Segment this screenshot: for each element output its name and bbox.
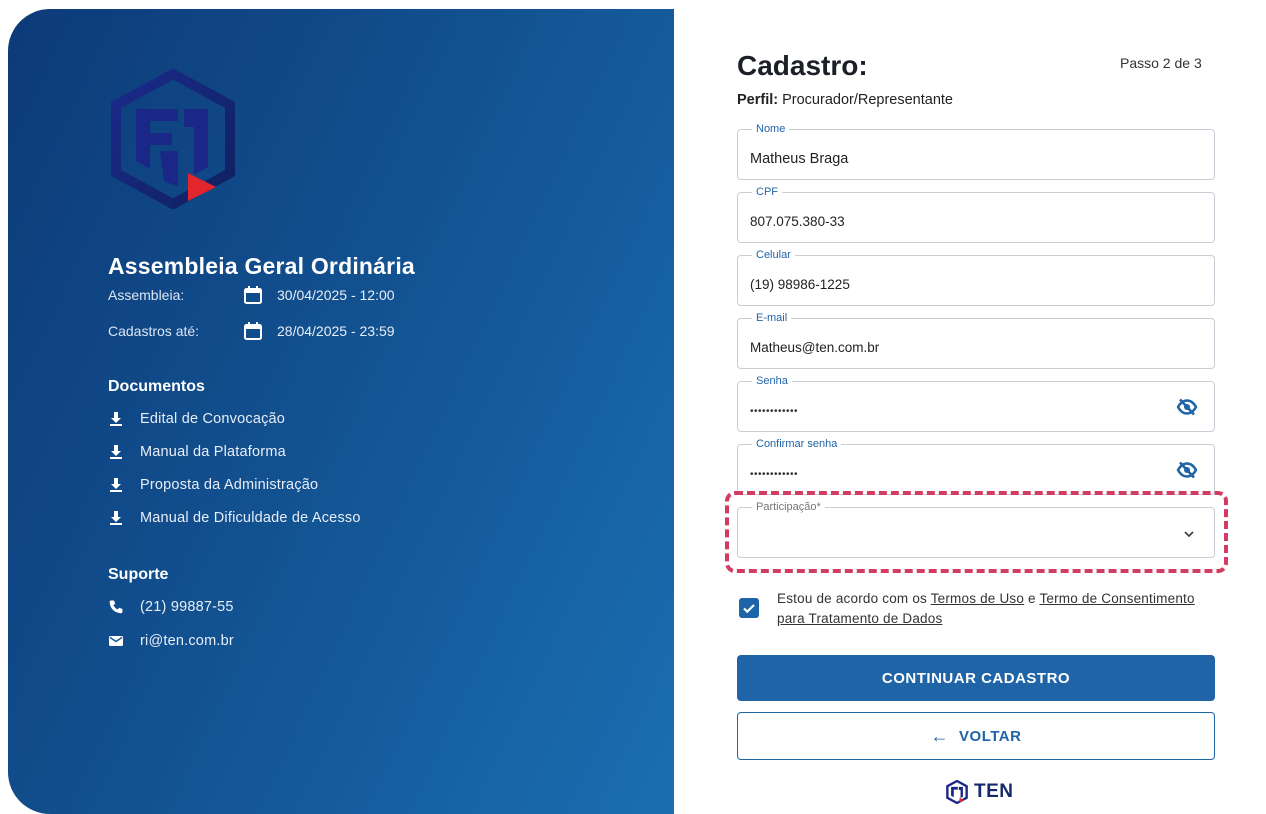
celular-input[interactable]: [738, 256, 1214, 305]
nome-field: Nome: [737, 122, 1215, 180]
phone-icon: [109, 600, 123, 614]
terms-text: Estou de acordo com os Termos de Uso e T…: [777, 589, 1197, 629]
email-input[interactable]: [738, 319, 1214, 368]
document-label: Manual de Dificuldade de Acesso: [140, 510, 361, 526]
cpf-field: CPF: [737, 185, 1215, 243]
document-label: Manual da Plataforma: [140, 444, 286, 460]
terms-of-use-link[interactable]: Termos de Uso: [931, 591, 1024, 606]
document-link[interactable]: Manual de Dificuldade de Acesso: [108, 510, 361, 526]
ten-logo-icon: [111, 69, 235, 209]
check-icon: [743, 604, 755, 614]
back-button[interactable]: ← VOLTAR: [737, 712, 1215, 760]
nome-input[interactable]: [738, 130, 1214, 179]
form-title: Cadastro:: [737, 50, 868, 81]
perfil-label: Perfil:: [737, 92, 779, 108]
document-label: Edital de Convocação: [140, 411, 286, 427]
download-icon: [110, 445, 122, 459]
cpf-input[interactable]: [738, 193, 1214, 242]
participacao-highlight: [725, 491, 1228, 573]
documents-title: Documentos: [108, 378, 205, 395]
cadastros-date-row: Cadastros até: 28/04/2025 - 23:59: [108, 321, 395, 341]
ten-logo-icon: [946, 780, 968, 804]
footer-brand: TEN: [974, 781, 1014, 802]
download-icon: [110, 511, 122, 525]
support-phone[interactable]: (21) 99887-55: [108, 599, 234, 615]
confirmar-senha-input[interactable]: [738, 445, 1214, 494]
assembleia-date-row: Assembleia: 30/04/2025 - 12:00: [108, 285, 395, 305]
assembleia-label: Assembleia:: [108, 287, 185, 303]
step-indicator: Passo 2 de 3: [1120, 55, 1202, 71]
continue-button[interactable]: CONTINUAR CADASTRO: [737, 655, 1215, 701]
download-icon: [110, 412, 122, 426]
cadastros-label: Cadastros até:: [108, 323, 200, 339]
calendar-icon: [244, 286, 262, 304]
support-email[interactable]: ri@ten.com.br: [108, 633, 234, 649]
terms-prefix: Estou de acordo com os: [777, 591, 931, 606]
cadastros-date: 28/04/2025 - 23:59: [277, 323, 395, 339]
support-phone-number: (21) 99887-55: [140, 599, 234, 615]
senha-field: Senha: [737, 374, 1215, 432]
support-email-address: ri@ten.com.br: [140, 633, 234, 649]
terms-checkbox[interactable]: [739, 598, 759, 618]
assembleia-date: 30/04/2025 - 12:00: [277, 287, 395, 303]
celular-field: Celular: [737, 248, 1215, 306]
senha-input[interactable]: [738, 382, 1214, 431]
mail-icon: [109, 636, 123, 646]
document-label: Proposta da Administração: [140, 477, 319, 493]
document-link[interactable]: Manual da Plataforma: [108, 444, 286, 460]
arrow-left-icon: ←: [930, 725, 950, 746]
event-title: Assembleia Geral Ordinária: [108, 253, 415, 279]
confirmar-senha-field: Confirmar senha: [737, 437, 1215, 495]
support-title: Suporte: [108, 566, 169, 583]
perfil-line: Perfil: Procurador/Representante: [737, 92, 953, 108]
document-link[interactable]: Edital de Convocação: [108, 411, 285, 427]
eye-off-icon[interactable]: [1176, 396, 1198, 418]
footer-logo: TEN: [946, 780, 1014, 804]
eye-off-icon[interactable]: [1176, 459, 1198, 481]
email-field: E-mail: [737, 311, 1215, 369]
terms-middle: e: [1024, 591, 1040, 606]
calendar-icon: [244, 322, 262, 340]
perfil-value: Procurador/Representante: [778, 92, 953, 108]
back-button-label: VOLTAR: [959, 727, 1022, 745]
event-info-panel: Assembleia Geral Ordinária Assembleia: 3…: [8, 9, 674, 814]
download-icon: [110, 478, 122, 492]
document-link[interactable]: Proposta da Administração: [108, 477, 318, 493]
